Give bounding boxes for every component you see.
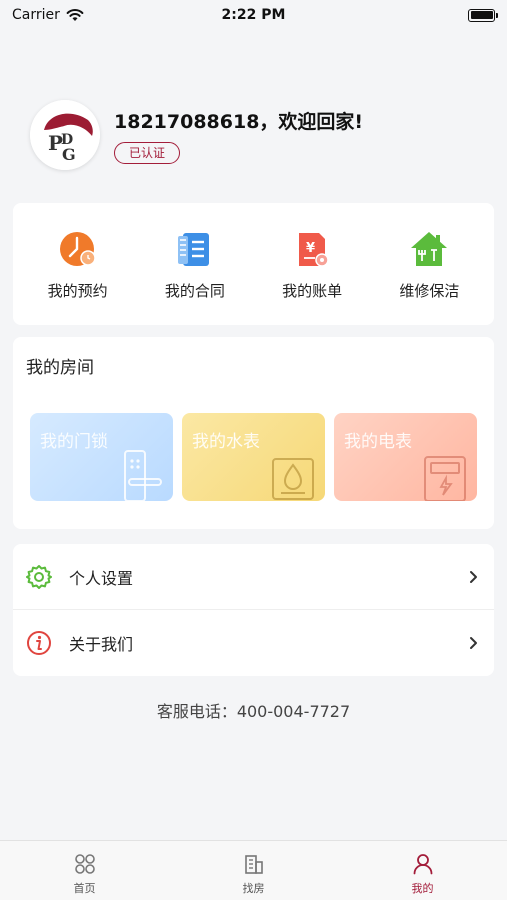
quick-action-repair[interactable]: 维修保洁 xyxy=(374,228,484,301)
room-tile-door-lock[interactable]: 我的门锁 xyxy=(30,413,173,501)
tab-label: 我的 xyxy=(411,882,434,895)
building-icon xyxy=(244,855,263,874)
tab-label: 首页 xyxy=(73,882,96,895)
status-bar: Carrier 2:22 PM xyxy=(0,0,507,30)
personal-settings-row[interactable]: 个人设置 xyxy=(13,544,494,610)
quick-action-label: 我的预约 xyxy=(47,281,108,300)
info-icon xyxy=(27,631,51,655)
tab-home[interactable]: 首页 xyxy=(45,853,125,896)
customer-service-phone[interactable]: 客服电话：400-004-7727 xyxy=(0,698,507,722)
tab-mine[interactable]: 我的 xyxy=(383,853,463,896)
brand-logo-icon: P D G xyxy=(30,100,100,170)
tab-label: 找房 xyxy=(242,882,265,895)
quick-action-label: 维修保洁 xyxy=(399,281,460,300)
svg-text:¥: ¥ xyxy=(306,241,315,256)
personal-settings-label: 个人设置 xyxy=(69,568,134,588)
chevron-right-icon xyxy=(470,637,477,649)
quick-actions-card: 我的预约 我的合同 ¥ 我的账单 维修保洁 xyxy=(13,203,494,325)
room-tile-label: 我的门锁 xyxy=(40,432,108,452)
verified-badge: 已认证 xyxy=(114,141,181,164)
door-lock-icon xyxy=(124,450,162,501)
contract-icon xyxy=(177,232,209,266)
tab-bar: 首页 找房 我的 xyxy=(0,840,507,900)
about-us-row[interactable]: 关于我们 xyxy=(13,610,494,676)
status-left: Carrier xyxy=(12,7,84,23)
water-meter-icon xyxy=(272,458,314,500)
rooms-title: 我的房间 xyxy=(26,358,94,378)
tab-find-room[interactable]: 找房 xyxy=(214,853,294,896)
profile-header: P D G 18217088618，欢迎回家! 已认证 xyxy=(30,100,363,170)
person-icon xyxy=(413,854,432,875)
svg-text:G: G xyxy=(62,145,76,164)
room-tile-water-meter[interactable]: 我的水表 xyxy=(182,413,325,501)
avatar[interactable]: P D G xyxy=(30,100,100,170)
room-tile-label: 我的水表 xyxy=(192,432,260,452)
profile-info: 18217088618，欢迎回家! 已认证 xyxy=(114,107,363,164)
house-repair-icon xyxy=(411,231,448,266)
room-tile-label: 我的电表 xyxy=(344,432,412,452)
battery-icon xyxy=(468,8,498,22)
welcome-text: 18217088618，欢迎回家! xyxy=(114,110,364,133)
carrier-label: Carrier xyxy=(12,7,60,23)
quick-action-contract[interactable]: 我的合同 xyxy=(140,228,250,301)
quick-action-label: 我的账单 xyxy=(282,281,343,300)
clock-icon xyxy=(59,231,96,266)
quick-action-bill[interactable]: ¥ 我的账单 xyxy=(257,228,367,301)
bill-icon: ¥ xyxy=(299,232,329,267)
electric-meter-icon xyxy=(424,456,466,501)
chevron-right-icon xyxy=(470,570,477,583)
about-us-label: 关于我们 xyxy=(69,635,134,654)
room-tile-electric-meter[interactable]: 我的电表 xyxy=(334,413,477,501)
quick-action-appointment[interactable]: 我的预约 xyxy=(23,228,133,301)
gear-icon xyxy=(26,564,52,589)
home-grid-icon xyxy=(74,854,95,874)
rooms-card: 我的房间 我的门锁 我的水表 我的电表 xyxy=(13,337,494,529)
settings-list-card: 个人设置 关于我们 xyxy=(13,544,494,676)
quick-action-label: 我的合同 xyxy=(164,281,225,300)
wifi-icon xyxy=(66,9,84,21)
